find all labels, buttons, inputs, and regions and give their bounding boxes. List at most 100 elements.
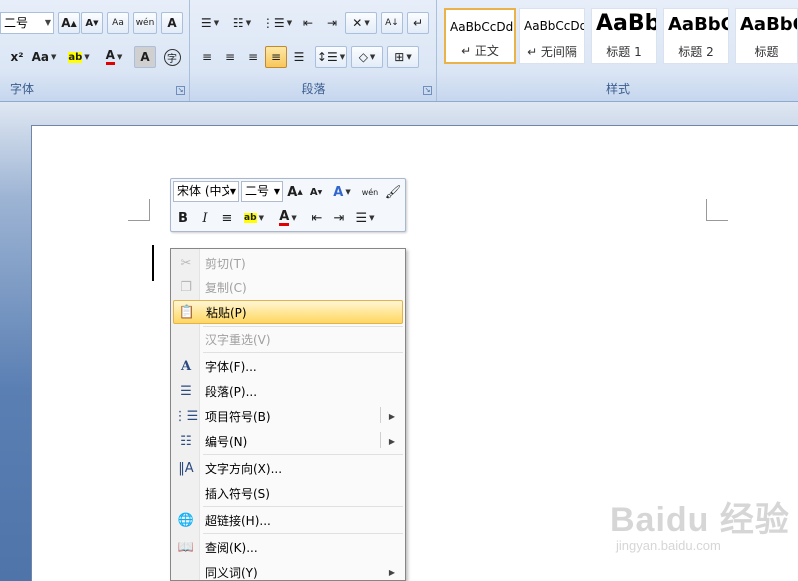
style-sample: AaBbCcDd [450,20,514,34]
enclose-char-button[interactable]: 字 [161,46,183,68]
submenu-arrow-icon: ▶ [388,436,395,446]
menu-item-label: 文字方向(X)... [205,461,283,476]
font-color-button[interactable]: A ▼ [98,46,130,68]
menu-item-label: 查阅(K)... [205,540,258,555]
menu-item-font[interactable]: A 字体(F)... [173,354,403,378]
styles-group-title: 样式 [605,82,630,96]
shrink-font-button[interactable]: A ▼ [306,182,326,202]
change-case-button[interactable]: Aa ▼ [30,46,58,68]
shrink-font-button[interactable]: A ▼ [81,12,103,34]
grow-font-button[interactable]: A ▲ [58,12,80,34]
increase-indent-button[interactable]: ⇥ [321,12,343,34]
decrease-indent-button[interactable]: ⇤ [307,208,327,228]
phonetic-guide-button[interactable]: wén [359,182,381,202]
menu-item-reconvert[interactable]: 汉字重选(V) [173,327,403,351]
menu-item-text-direction[interactable]: ‖A 文字方向(X)... [173,456,403,480]
paragraph-icon: ☰ [180,383,192,399]
style-tile-no-spacing[interactable]: AaBbCcDd ↵ 无间隔 [519,8,585,64]
margin-corner-mark [706,199,728,221]
lookup-icon: 📖 [177,539,195,555]
menu-item-lookup[interactable]: 📖 查阅(K)... [173,535,403,559]
menu-separator [203,506,403,507]
menu-item-label: 粘贴(P) [206,305,247,320]
sort-button[interactable]: A↓ [381,12,403,34]
font-size-combo[interactable]: 二号 ▼ [0,12,54,34]
style-tile-heading-1[interactable]: AaBb 标题 1 [591,8,657,64]
grow-font-button[interactable]: A ▲ [285,182,305,202]
dialog-launcher-icon[interactable]: ↘ [423,86,432,95]
menu-item-label: 字体(F)... [205,359,257,374]
increase-indent-button[interactable]: ⇥ [329,208,349,228]
menu-item-numbering[interactable]: ☷ 编号(N) ▶ [173,429,403,453]
align-center-button[interactable]: ≡ [219,46,241,68]
menu-item-paste[interactable]: 📋 粘贴(P) [173,300,403,324]
italic-button[interactable]: I [195,208,215,228]
watermark: Baidu 经验 jingyan.baidu.com [610,492,790,553]
char-shading-button[interactable]: A [134,46,156,68]
numbering-button[interactable]: ☷ ▼ [227,12,257,34]
text-direction-icon: ‖A [178,460,194,476]
justify-button[interactable]: ≡ [265,46,287,68]
paragraph-group: ☰ ▼ ☷ ▼ ⋮☰ ▼ ⇤ ⇥ ✕ ▼ A↓ ↵ ≡ ≡ ≡ ≡ ☰ ↕☰ ▼ ◇ ▼ ⊞… [191,0,437,101]
phonetic-guide-button[interactable]: wén [133,12,157,34]
char-border-button[interactable]: A [161,12,183,34]
menu-item-label: 插入符号(S) [205,486,270,501]
styles-button[interactable]: A ▼ [328,182,356,202]
dialog-launcher-icon[interactable]: ↘ [176,86,185,95]
format-painter-icon[interactable]: 🖌 [383,182,403,202]
style-label: 标题 1 [606,45,642,59]
font-size-combo[interactable]: 二号 ▼ [241,181,283,202]
menu-item-label: 项目符号(B) [205,409,271,424]
decrease-indent-button[interactable]: ⇤ [297,12,319,34]
menu-item-bullets[interactable]: ⋮☰ 项目符号(B) ▶ [173,404,403,428]
align-left-button[interactable]: ≡ [196,46,218,68]
hyperlink-icon: 🌐 [177,512,195,528]
chevron-down-icon: ▼ [273,187,280,196]
scissors-icon: ✂ [180,255,192,271]
font-size-value: 二号 [245,184,270,198]
menu-item-hyperlink[interactable]: 🌐 超链接(H)... [173,508,403,532]
menu-item-label: 复制(C) [205,280,247,295]
menu-item-paragraph[interactable]: ☰ 段落(P)... [173,379,403,403]
submenu-arrow-icon: ▶ [388,567,395,577]
bullets-button[interactable]: ☰ ▼ [196,12,224,34]
font-color-button[interactable]: A ▼ [273,208,303,228]
numbering-icon: ☷ [180,433,192,449]
font-group-title: 字体 [10,82,35,96]
menu-item-cut[interactable]: ✂ 剪切(T) [173,251,403,275]
menu-item-synonyms[interactable]: 同义词(Y) ▶ [173,560,403,581]
menu-separator [203,454,403,455]
center-align-button[interactable]: ≡ [217,208,237,228]
submenu-arrow-icon: ▶ [388,411,395,421]
mini-toolbar: 宋体 (中文 ▼ 二号 ▼ A ▲ A ▼ A ▼ wén 🖌 B I ≡ ab ▼ A… [170,178,406,232]
bold-button[interactable]: B [173,208,193,228]
menu-item-label: 段落(P)... [205,384,258,399]
asian-layout-button[interactable]: ✕ ▼ [345,12,377,34]
font-size-value: 二号 [4,16,29,30]
style-tile-normal[interactable]: AaBbCcDd ↵ 正文 [444,8,516,64]
align-right-button[interactable]: ≡ [242,46,264,68]
borders-button[interactable]: ⊞ ▼ [387,46,419,68]
superscript-button[interactable]: x² [6,46,28,68]
distributed-button[interactable]: ☰ [288,46,310,68]
menu-separator [203,533,403,534]
menu-item-insert-symbol[interactable]: 插入符号(S) [173,481,403,505]
shading-button[interactable]: ◇ ▼ [351,46,383,68]
style-tile-heading-2[interactable]: AaBbC 标题 2 [663,8,729,64]
multilevel-list-button[interactable]: ⋮☰ ▼ [261,12,293,34]
submenu-divider [380,407,381,423]
font-name-combo[interactable]: 宋体 (中文 ▼ [173,181,239,202]
style-label: 标题 2 [678,45,714,59]
highlight-button[interactable]: ab ▼ [239,208,269,228]
font-name-value: 宋体 (中文 [177,184,234,198]
menu-item-copy[interactable]: ❐ 复制(C) [173,275,403,299]
text-cursor [152,245,154,281]
clear-format-button[interactable]: Aa [107,12,129,34]
style-sample: AaBb [596,11,657,36]
style-tile-title[interactable]: AaBbC 标题 [735,8,798,64]
line-spacing-button[interactable]: ↕☰ ▼ [315,46,347,68]
bullets-button[interactable]: ☰ ▼ [351,208,379,228]
menu-item-label: 同义词(Y) [205,565,258,580]
show-marks-button[interactable]: ↵ [407,12,429,34]
highlight-button[interactable]: ab ▼ [62,46,96,68]
